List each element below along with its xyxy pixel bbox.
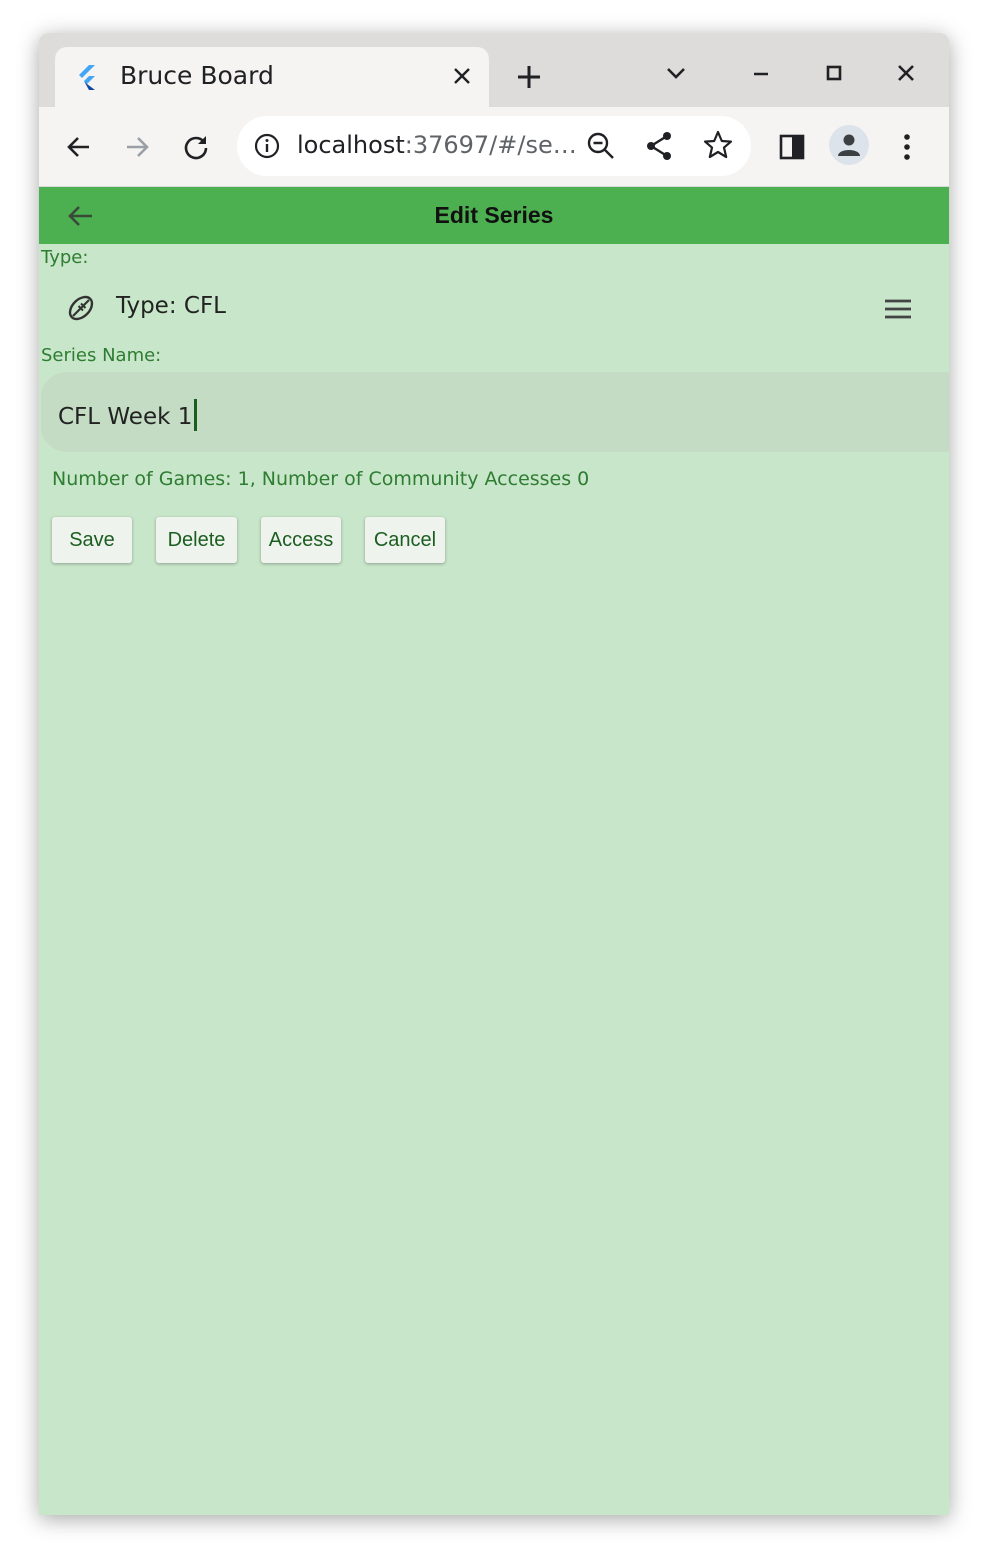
save-button[interactable]: Save	[52, 517, 132, 563]
browser-toolbar: localhost:37697/#/se…	[39, 107, 949, 187]
tab-strip: Bruce Board	[39, 33, 949, 107]
access-button[interactable]: Access	[261, 517, 341, 563]
maximize-icon[interactable]	[814, 55, 854, 91]
delete-button[interactable]: Delete	[156, 517, 237, 563]
edit-series-form: Type: Type: CFL Series Name: CFL Week 1 …	[39, 244, 949, 1515]
page-title: Edit Series	[434, 202, 554, 228]
close-window-icon[interactable]	[886, 55, 926, 91]
star-icon[interactable]	[702, 129, 734, 161]
tab-bruce-board[interactable]: Bruce Board	[55, 47, 489, 107]
app-bar: Edit Series	[39, 187, 949, 244]
menu-icon[interactable]	[881, 292, 915, 326]
url-text: localhost:37697/#/se…	[297, 131, 577, 159]
type-selector[interactable]: Type: CFL	[39, 284, 949, 332]
series-name-label: Series Name:	[41, 345, 162, 366]
football-icon	[65, 292, 97, 324]
more-vert-icon[interactable]	[886, 126, 928, 168]
back-icon[interactable]	[58, 126, 100, 168]
reload-icon[interactable]	[175, 126, 217, 168]
info-icon[interactable]	[253, 132, 281, 160]
series-name-input[interactable]: CFL Week 1	[41, 372, 949, 452]
close-icon[interactable]	[445, 59, 479, 93]
plus-icon[interactable]	[509, 57, 549, 97]
forward-icon[interactable]	[116, 126, 158, 168]
tab-title: Bruce Board	[120, 61, 274, 90]
flutter-logo-icon	[73, 63, 101, 91]
share-icon[interactable]	[643, 130, 675, 162]
type-label: Type:	[41, 247, 89, 268]
series-stats: Number of Games: 1, Number of Community …	[52, 468, 590, 490]
profile-icon[interactable]	[829, 125, 869, 165]
cancel-button[interactable]: Cancel	[365, 517, 445, 563]
address-bar[interactable]: localhost:37697/#/se…	[237, 116, 751, 176]
side-panel-icon[interactable]	[771, 126, 813, 168]
chevron-down-icon[interactable]	[656, 55, 696, 91]
type-value: Type: CFL	[116, 293, 226, 319]
minimize-icon[interactable]	[741, 55, 781, 91]
series-name-value: CFL Week 1	[58, 404, 193, 430]
zoom-out-icon[interactable]	[585, 130, 617, 162]
browser-window: Bruce Board localhost:37697/#/se… Edit S…	[39, 33, 949, 1515]
text-caret	[194, 399, 198, 431]
